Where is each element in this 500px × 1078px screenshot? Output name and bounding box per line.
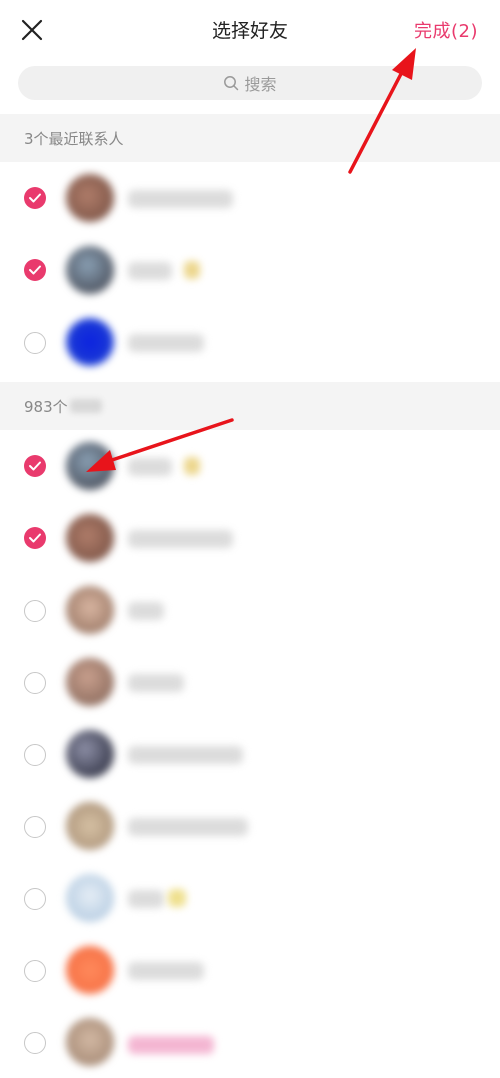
avatar (66, 442, 114, 490)
contact-name (128, 602, 164, 620)
contact-row[interactable] (0, 646, 500, 718)
section-recent-label: 3个最近联系人 (24, 129, 124, 148)
check-icon[interactable] (24, 672, 46, 694)
contact-row[interactable] (0, 430, 500, 502)
check-icon[interactable] (24, 332, 46, 354)
contact-row[interactable] (0, 790, 500, 862)
emoji-badge (184, 261, 200, 279)
contact-name (128, 674, 184, 692)
search-placeholder: 搜索 (244, 75, 277, 94)
contact-name (128, 530, 233, 548)
check-icon[interactable] (24, 527, 46, 549)
avatar (66, 246, 114, 294)
top-bar: 选择好友 完成(2) (0, 0, 500, 60)
section-recent: 3个最近联系人 (0, 114, 500, 162)
check-icon[interactable] (24, 187, 46, 209)
avatar (66, 874, 114, 922)
avatar (66, 658, 114, 706)
contact-name (128, 890, 164, 908)
avatar (66, 586, 114, 634)
contact-row[interactable] (0, 934, 500, 1006)
contact-name (128, 334, 204, 352)
check-icon[interactable] (24, 960, 46, 982)
check-icon[interactable] (24, 744, 46, 766)
section-all-label: 983个 (24, 397, 68, 416)
search-icon (224, 76, 239, 91)
contact-row[interactable] (0, 234, 500, 306)
contact-name (128, 458, 172, 476)
avatar (66, 174, 114, 222)
search-input[interactable]: 搜索 (18, 66, 482, 100)
contact-name (128, 262, 172, 280)
contact-row[interactable] (0, 306, 500, 378)
check-icon[interactable] (24, 455, 46, 477)
avatar (66, 318, 114, 366)
emoji-badge (184, 457, 200, 475)
contact-row[interactable] (0, 162, 500, 234)
avatar (66, 730, 114, 778)
contact-row[interactable] (0, 1006, 500, 1078)
check-icon[interactable] (24, 1032, 46, 1054)
check-icon[interactable] (24, 816, 46, 838)
contact-row[interactable] (0, 862, 500, 934)
contact-name (128, 1036, 214, 1054)
blurred-text (69, 399, 102, 413)
contact-row[interactable] (0, 502, 500, 574)
check-icon[interactable] (24, 888, 46, 910)
avatar (66, 946, 114, 994)
done-button[interactable]: 完成(2) (414, 17, 478, 43)
contact-row[interactable] (0, 718, 500, 790)
check-icon[interactable] (24, 259, 46, 281)
contact-row[interactable] (0, 574, 500, 646)
avatar (66, 802, 114, 850)
avatar (66, 1018, 114, 1066)
emoji-badge (168, 889, 186, 907)
contact-name (128, 818, 248, 836)
avatar (66, 514, 114, 562)
contact-name (128, 190, 233, 208)
contact-name (128, 746, 243, 764)
section-all: 983个 (0, 382, 500, 430)
check-icon[interactable] (24, 600, 46, 622)
contact-name (128, 962, 204, 980)
